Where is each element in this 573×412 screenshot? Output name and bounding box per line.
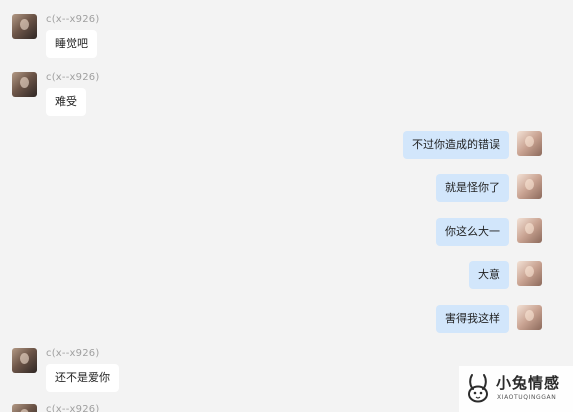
sender-name: c(x--x926): [46, 348, 100, 359]
user-avatar[interactable]: [517, 218, 542, 243]
message-bubble-outgoing[interactable]: 害得我这样: [436, 305, 509, 333]
rabbit-logo-icon: [468, 374, 488, 403]
message-bubble-incoming[interactable]: 睡觉吧: [46, 30, 97, 58]
contact-avatar[interactable]: [12, 348, 37, 373]
watermark: 小兔情感 XIAOTUQINGGAN: [459, 366, 573, 412]
sender-name: c(x--x926): [46, 14, 100, 25]
contact-avatar[interactable]: [12, 14, 37, 39]
sender-name: c(x--x926): [46, 72, 100, 83]
message-bubble-outgoing[interactable]: 你这么大一: [436, 218, 509, 246]
message-bubble-outgoing[interactable]: 就是怪你了: [436, 174, 509, 202]
message-bubble-incoming[interactable]: 还不是爱你: [46, 364, 119, 392]
contact-avatar[interactable]: [12, 72, 37, 97]
watermark-subtitle: XIAOTUQINGGAN: [497, 394, 557, 401]
message-bubble-outgoing[interactable]: 不过你造成的错误: [403, 131, 509, 159]
sender-name: c(x--x926): [46, 404, 100, 412]
watermark-title: 小兔情感: [496, 374, 561, 392]
message-bubble-outgoing[interactable]: 大意: [469, 261, 509, 289]
chat-thread: c(x--x926) 睡觉吧 c(x--x926) 难受 不过你造成的错误 就是…: [0, 0, 573, 412]
user-avatar[interactable]: [517, 174, 542, 199]
contact-avatar[interactable]: [12, 404, 37, 412]
user-avatar[interactable]: [517, 305, 542, 330]
message-bubble-incoming[interactable]: 难受: [46, 88, 86, 116]
user-avatar[interactable]: [517, 131, 542, 156]
user-avatar[interactable]: [517, 261, 542, 286]
